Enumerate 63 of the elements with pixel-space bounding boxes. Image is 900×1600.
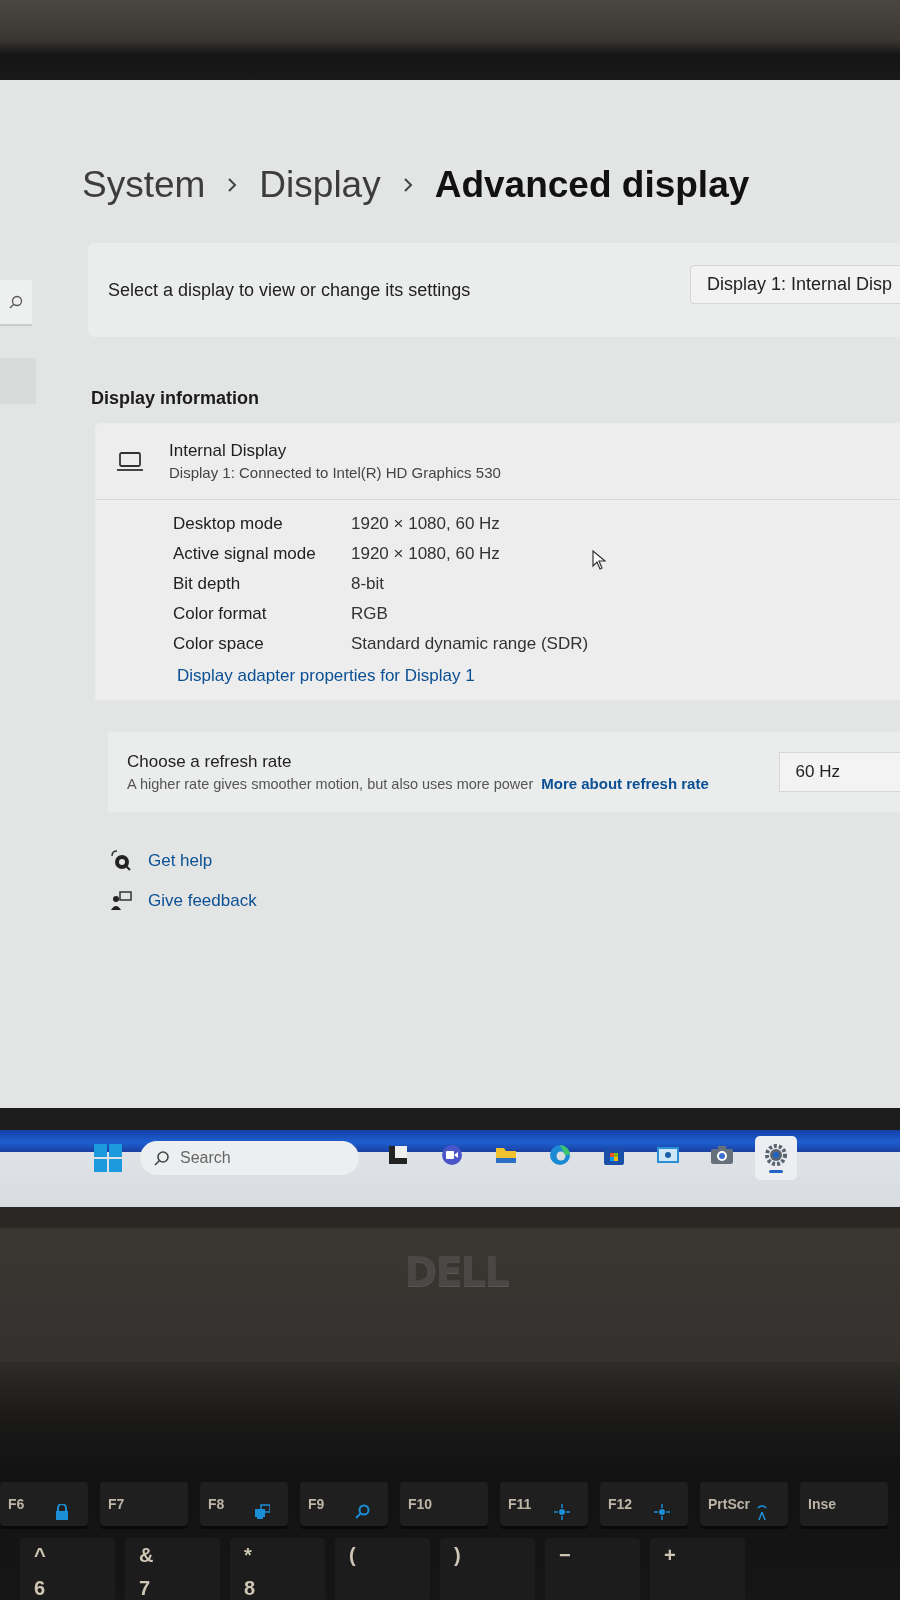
property-label: Color space <box>173 634 264 654</box>
refresh-rate-dropdown[interactable]: 60 Hz <box>778 752 900 792</box>
property-value: RGB <box>351 604 388 624</box>
keyboard-key[interactable]: * 8 <box>230 1538 325 1600</box>
video-chat-icon <box>440 1142 464 1167</box>
property-label: Desktop mode <box>173 514 283 534</box>
refresh-description: A higher rate gives smoother motion, but also uses more power <box>127 776 534 792</box>
refresh-title: Choose a refresh rate <box>127 752 293 772</box>
settings-icon <box>764 1142 788 1167</box>
search-tab[interactable] <box>0 280 32 326</box>
breadcrumb-item: Advanced display <box>434 164 750 206</box>
search-icon <box>354 1504 370 1520</box>
keyboard-key[interactable]: + <box>650 1538 745 1600</box>
keyboard-key[interactable]: & 7 <box>125 1538 220 1600</box>
function-key[interactable]: PrtScr <box>700 1482 788 1526</box>
taskbar-app-button[interactable] <box>755 1135 797 1180</box>
antenna-icon <box>754 1504 770 1520</box>
sun-icon <box>554 1504 570 1520</box>
property-label: Bit depth <box>173 574 241 594</box>
search-icon <box>154 1149 170 1166</box>
property-value: 1920 × 1080, 60 Hz <box>351 514 500 534</box>
keyboard-key[interactable]: ( <box>335 1538 430 1600</box>
lock-icon <box>54 1504 70 1520</box>
property-value: 1920 × 1080, 60 Hz <box>351 544 500 564</box>
display-dropdown[interactable]: Display 1: Internal Disp <box>689 264 900 304</box>
property-value: Standard dynamic range (SDR) <box>351 634 589 654</box>
property-value: 8-bit <box>351 574 385 594</box>
display-name: Internal Display <box>169 441 288 461</box>
breadcrumb-item[interactable]: System <box>82 164 206 206</box>
feedback-icon <box>110 890 132 912</box>
function-key[interactable]: F11 <box>500 1482 588 1526</box>
keyboard-key[interactable]: ) <box>440 1538 535 1600</box>
function-key[interactable]: F7 <box>100 1482 188 1526</box>
function-key[interactable]: Inse <box>800 1482 888 1526</box>
start-icon[interactable] <box>94 1143 122 1172</box>
search-icon <box>9 295 23 309</box>
function-key[interactable]: F10 <box>400 1482 488 1526</box>
function-key[interactable]: F8 <box>200 1482 288 1526</box>
property-label: Active signal mode <box>173 544 316 564</box>
breadcrumb-item[interactable]: Display <box>259 164 381 206</box>
select-label: Select a display to view or change its settings <box>108 279 471 301</box>
function-key[interactable]: F6 <box>0 1482 88 1526</box>
refresh-info-link[interactable]: More about refresh rate <box>541 775 709 792</box>
adapter-properties-link[interactable]: Display adapter properties for Display 1 <box>177 666 475 686</box>
cursor-icon <box>592 550 606 570</box>
display-description: Display 1: Connected to Intel(R) HD Graphics 530 <box>169 464 501 481</box>
function-key[interactable]: F12 <box>600 1482 688 1526</box>
keyboard-key[interactable]: − <box>545 1538 640 1600</box>
help-link[interactable]: Give feedback <box>148 891 257 911</box>
help-link[interactable]: Get help <box>148 851 213 871</box>
chevron-icon <box>227 177 238 193</box>
chevron-icon <box>402 177 413 193</box>
help-icon <box>110 850 132 872</box>
property-label: Color format <box>173 604 267 624</box>
laptop-icon <box>117 450 143 472</box>
keyboard-key[interactable]: ^ 6 <box>20 1538 115 1600</box>
function-key[interactable]: F9 <box>300 1482 388 1526</box>
browser-icon <box>548 1142 572 1167</box>
monitors-icon <box>254 1504 270 1520</box>
taskbar-search-field[interactable]: Search <box>140 1140 359 1175</box>
sun-icon <box>654 1504 670 1520</box>
section-title: Display information <box>91 388 260 409</box>
search-placeholder: Search <box>180 1148 231 1167</box>
